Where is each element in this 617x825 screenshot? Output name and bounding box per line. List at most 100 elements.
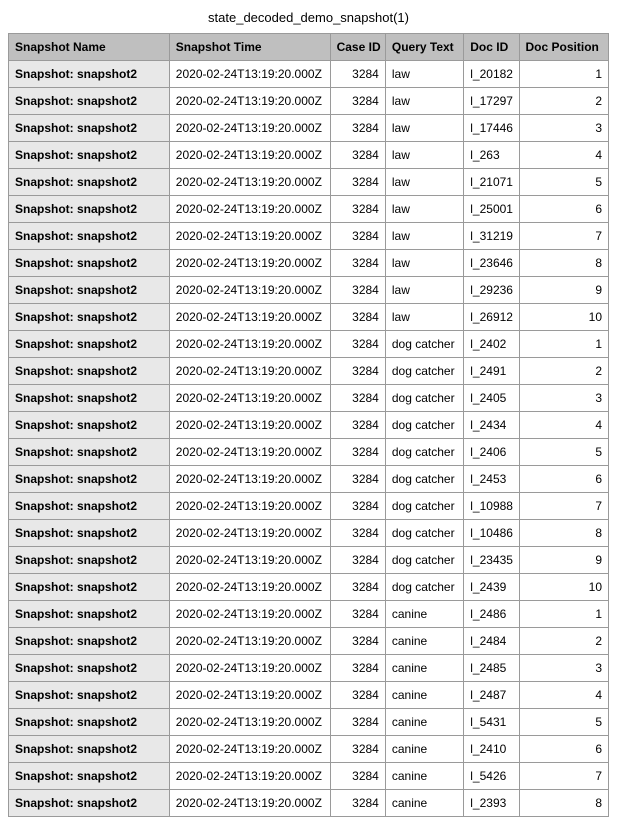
cell-snapshot-time: 2020-02-24T13:19:20.000Z xyxy=(169,304,330,331)
cell-snapshot-name: Snapshot: snapshot2 xyxy=(9,250,170,277)
cell-case-id: 3284 xyxy=(330,493,385,520)
cell-snapshot-time: 2020-02-24T13:19:20.000Z xyxy=(169,547,330,574)
cell-snapshot-name: Snapshot: snapshot2 xyxy=(9,628,170,655)
table-row: Snapshot: snapshot22020-02-24T13:19:20.0… xyxy=(9,628,609,655)
table-row: Snapshot: snapshot22020-02-24T13:19:20.0… xyxy=(9,655,609,682)
cell-snapshot-name: Snapshot: snapshot2 xyxy=(9,763,170,790)
cell-doc-position: 7 xyxy=(519,493,608,520)
cell-snapshot-time: 2020-02-24T13:19:20.000Z xyxy=(169,466,330,493)
cell-snapshot-time: 2020-02-24T13:19:20.000Z xyxy=(169,61,330,88)
cell-doc-position: 8 xyxy=(519,790,608,817)
cell-snapshot-time: 2020-02-24T13:19:20.000Z xyxy=(169,277,330,304)
cell-query-text: dog catcher xyxy=(385,493,463,520)
cell-snapshot-time: 2020-02-24T13:19:20.000Z xyxy=(169,169,330,196)
table-row: Snapshot: snapshot22020-02-24T13:19:20.0… xyxy=(9,466,609,493)
cell-doc-position: 6 xyxy=(519,736,608,763)
cell-query-text: law xyxy=(385,304,463,331)
cell-snapshot-name: Snapshot: snapshot2 xyxy=(9,88,170,115)
cell-case-id: 3284 xyxy=(330,790,385,817)
cell-doc-id: l_2491 xyxy=(464,358,519,385)
cell-snapshot-time: 2020-02-24T13:19:20.000Z xyxy=(169,412,330,439)
cell-case-id: 3284 xyxy=(330,439,385,466)
cell-query-text: law xyxy=(385,61,463,88)
cell-doc-position: 4 xyxy=(519,142,608,169)
cell-query-text: canine xyxy=(385,601,463,628)
table-row: Snapshot: snapshot22020-02-24T13:19:20.0… xyxy=(9,763,609,790)
cell-case-id: 3284 xyxy=(330,385,385,412)
cell-snapshot-name: Snapshot: snapshot2 xyxy=(9,142,170,169)
cell-case-id: 3284 xyxy=(330,601,385,628)
cell-snapshot-time: 2020-02-24T13:19:20.000Z xyxy=(169,628,330,655)
header-doc-position[interactable]: Doc Position xyxy=(519,34,608,61)
cell-query-text: dog catcher xyxy=(385,412,463,439)
cell-doc-position: 8 xyxy=(519,250,608,277)
header-case-id[interactable]: Case ID xyxy=(330,34,385,61)
cell-snapshot-time: 2020-02-24T13:19:20.000Z xyxy=(169,763,330,790)
table-row: Snapshot: snapshot22020-02-24T13:19:20.0… xyxy=(9,277,609,304)
cell-snapshot-name: Snapshot: snapshot2 xyxy=(9,358,170,385)
cell-snapshot-name: Snapshot: snapshot2 xyxy=(9,412,170,439)
cell-query-text: canine xyxy=(385,655,463,682)
cell-doc-id: l_31219 xyxy=(464,223,519,250)
table-row: Snapshot: snapshot22020-02-24T13:19:20.0… xyxy=(9,493,609,520)
cell-doc-id: l_2486 xyxy=(464,601,519,628)
table-row: Snapshot: snapshot22020-02-24T13:19:20.0… xyxy=(9,520,609,547)
cell-doc-id: l_2453 xyxy=(464,466,519,493)
table-row: Snapshot: snapshot22020-02-24T13:19:20.0… xyxy=(9,331,609,358)
table-row: Snapshot: snapshot22020-02-24T13:19:20.0… xyxy=(9,304,609,331)
cell-snapshot-name: Snapshot: snapshot2 xyxy=(9,277,170,304)
cell-snapshot-name: Snapshot: snapshot2 xyxy=(9,655,170,682)
cell-doc-position: 10 xyxy=(519,304,608,331)
cell-doc-id: l_21071 xyxy=(464,169,519,196)
cell-snapshot-time: 2020-02-24T13:19:20.000Z xyxy=(169,331,330,358)
table-row: Snapshot: snapshot22020-02-24T13:19:20.0… xyxy=(9,250,609,277)
cell-doc-id: l_5431 xyxy=(464,709,519,736)
cell-case-id: 3284 xyxy=(330,358,385,385)
cell-query-text: canine xyxy=(385,763,463,790)
cell-doc-id: l_10486 xyxy=(464,520,519,547)
cell-doc-id: l_23435 xyxy=(464,547,519,574)
cell-case-id: 3284 xyxy=(330,142,385,169)
table-row: Snapshot: snapshot22020-02-24T13:19:20.0… xyxy=(9,169,609,196)
table-row: Snapshot: snapshot22020-02-24T13:19:20.0… xyxy=(9,736,609,763)
table-row: Snapshot: snapshot22020-02-24T13:19:20.0… xyxy=(9,88,609,115)
cell-doc-id: l_2439 xyxy=(464,574,519,601)
cell-doc-position: 8 xyxy=(519,520,608,547)
cell-doc-position: 5 xyxy=(519,439,608,466)
cell-doc-id: l_2405 xyxy=(464,385,519,412)
cell-doc-position: 5 xyxy=(519,709,608,736)
cell-doc-position: 10 xyxy=(519,574,608,601)
cell-snapshot-time: 2020-02-24T13:19:20.000Z xyxy=(169,385,330,412)
cell-case-id: 3284 xyxy=(330,412,385,439)
cell-snapshot-time: 2020-02-24T13:19:20.000Z xyxy=(169,115,330,142)
table-row: Snapshot: snapshot22020-02-24T13:19:20.0… xyxy=(9,682,609,709)
cell-case-id: 3284 xyxy=(330,520,385,547)
header-snapshot-name[interactable]: Snapshot Name xyxy=(9,34,170,61)
cell-query-text: dog catcher xyxy=(385,520,463,547)
cell-query-text: law xyxy=(385,115,463,142)
cell-snapshot-time: 2020-02-24T13:19:20.000Z xyxy=(169,520,330,547)
cell-doc-id: l_2484 xyxy=(464,628,519,655)
cell-doc-position: 9 xyxy=(519,277,608,304)
cell-doc-id: l_2402 xyxy=(464,331,519,358)
cell-snapshot-name: Snapshot: snapshot2 xyxy=(9,61,170,88)
cell-doc-position: 3 xyxy=(519,115,608,142)
cell-query-text: canine xyxy=(385,790,463,817)
cell-snapshot-time: 2020-02-24T13:19:20.000Z xyxy=(169,574,330,601)
cell-doc-id: l_2410 xyxy=(464,736,519,763)
cell-case-id: 3284 xyxy=(330,736,385,763)
header-doc-id[interactable]: Doc ID xyxy=(464,34,519,61)
cell-snapshot-name: Snapshot: snapshot2 xyxy=(9,601,170,628)
cell-case-id: 3284 xyxy=(330,115,385,142)
header-snapshot-time[interactable]: Snapshot Time xyxy=(169,34,330,61)
table-row: Snapshot: snapshot22020-02-24T13:19:20.0… xyxy=(9,709,609,736)
cell-snapshot-time: 2020-02-24T13:19:20.000Z xyxy=(169,736,330,763)
cell-case-id: 3284 xyxy=(330,196,385,223)
header-query-text[interactable]: Query Text xyxy=(385,34,463,61)
cell-snapshot-name: Snapshot: snapshot2 xyxy=(9,385,170,412)
cell-case-id: 3284 xyxy=(330,763,385,790)
cell-snapshot-name: Snapshot: snapshot2 xyxy=(9,790,170,817)
cell-query-text: canine xyxy=(385,736,463,763)
table-row: Snapshot: snapshot22020-02-24T13:19:20.0… xyxy=(9,574,609,601)
cell-doc-id: l_29236 xyxy=(464,277,519,304)
